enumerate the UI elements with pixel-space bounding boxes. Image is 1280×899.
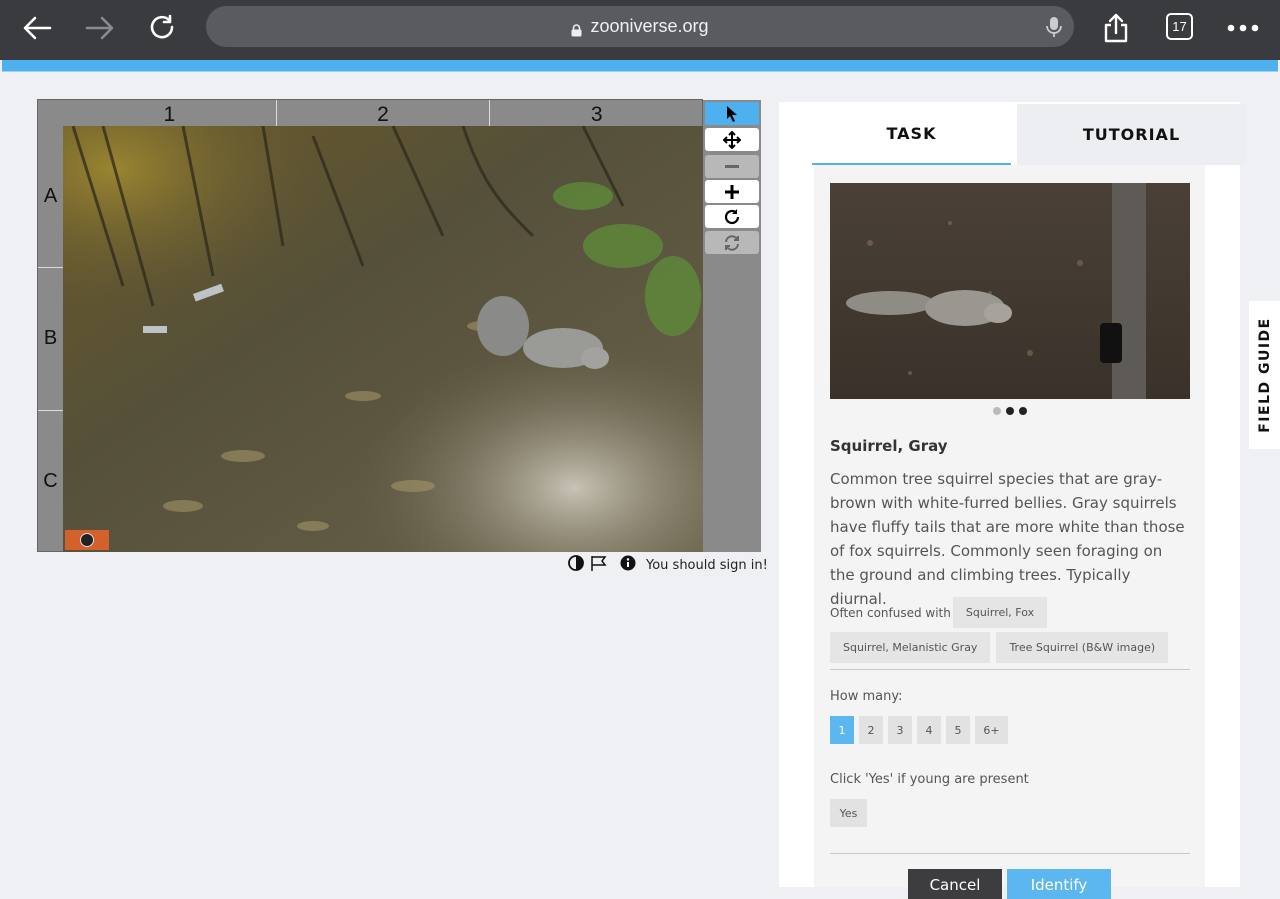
viewer-footer: You should sign in! — [568, 555, 768, 575]
url-text: zooniverse.org — [590, 16, 709, 36]
cancel-button[interactable]: Cancel — [908, 869, 1002, 899]
column-label: 2 — [277, 100, 491, 126]
browser-toolbar: zooniverse.org 17 — [0, 0, 1280, 60]
confused-chip[interactable]: Tree Squirrel (B&W image) — [996, 632, 1169, 663]
sign-in-prompt: You should sign in! — [646, 557, 768, 573]
confused-chip[interactable]: Squirrel, Fox — [952, 597, 1048, 628]
row-label: C — [43, 469, 58, 492]
site-header-bar — [2, 60, 1278, 72]
column-label: 1 — [63, 100, 277, 126]
row-label: A — [38, 126, 63, 269]
info-icon[interactable] — [620, 555, 636, 575]
flag-icon[interactable] — [590, 555, 608, 575]
carousel-dot[interactable] — [1006, 407, 1014, 415]
divider — [830, 669, 1190, 670]
rotate-icon[interactable] — [705, 205, 759, 228]
zoom-in-icon[interactable] — [705, 180, 759, 203]
forward-arrow-icon[interactable] — [82, 10, 118, 46]
carousel-dot[interactable] — [1019, 407, 1027, 415]
row-ruler: A B C — [38, 126, 63, 552]
count-option[interactable]: 2 — [859, 716, 883, 744]
carousel-dots[interactable] — [993, 407, 1027, 415]
species-example-image — [830, 183, 1190, 399]
field-guide-tab[interactable]: FIELD GUIDE — [1249, 301, 1280, 449]
lock-icon — [571, 21, 582, 36]
species-name: Squirrel, Gray — [830, 437, 948, 455]
column-ruler: 1 2 3 — [63, 100, 703, 126]
image-tools — [703, 100, 761, 552]
field-guide-label: FIELD GUIDE — [1256, 317, 1273, 433]
share-icon[interactable] — [1098, 10, 1134, 46]
reset-icon[interactable] — [705, 231, 759, 254]
camera-trap-image[interactable] — [63, 126, 703, 552]
pointer-icon[interactable] — [705, 102, 759, 125]
microphone-icon[interactable] — [1046, 16, 1062, 43]
confused-chip[interactable]: Squirrel, Melanistic Gray — [830, 632, 991, 663]
tabs-icon[interactable]: 17 — [1166, 13, 1193, 40]
subject-viewer: 1 2 3 A B C — [37, 99, 703, 552]
identify-button[interactable]: Identify — [1007, 869, 1111, 899]
column-label: 3 — [590, 103, 603, 126]
count-option[interactable]: 1 — [830, 716, 854, 744]
count-option[interactable]: 6+ — [975, 716, 1008, 744]
back-arrow-icon[interactable] — [19, 10, 55, 46]
reload-icon[interactable] — [145, 10, 181, 46]
contrast-icon[interactable] — [568, 555, 584, 575]
tab-tutorial[interactable]: TUTORIAL — [1017, 104, 1246, 165]
divider — [830, 853, 1190, 854]
how-many-options: 1 2 3 4 5 6+ — [830, 716, 1008, 744]
address-bar[interactable]: zooniverse.org — [206, 6, 1074, 47]
confused-with-label: Often confused with — [830, 605, 951, 620]
species-description: Common tree squirrel species that are gr… — [830, 470, 1185, 608]
more-icon[interactable] — [1225, 10, 1261, 46]
pan-icon[interactable] — [705, 128, 759, 151]
zoom-out-icon[interactable] — [705, 155, 759, 178]
confused-with: Often confused with Squirrel, Fox Squirre… — [830, 597, 1200, 667]
row-label: B — [38, 268, 63, 411]
count-option[interactable]: 5 — [946, 716, 970, 744]
young-present-label: Click 'Yes' if young are present — [830, 772, 1029, 787]
species-card: Squirrel, Gray Common tree squirrel spec… — [814, 165, 1205, 899]
carousel-dot[interactable] — [993, 407, 1001, 415]
count-option[interactable]: 3 — [888, 716, 912, 744]
task-panel: TASK TUTORIAL Squirrel, Gray Common tree… — [779, 102, 1246, 899]
how-many-label: How many: — [830, 689, 903, 704]
count-option[interactable]: 4 — [917, 716, 941, 744]
young-yes-button[interactable]: Yes — [830, 799, 867, 827]
camera-logo — [65, 530, 109, 550]
tab-task[interactable]: TASK — [812, 104, 1011, 165]
